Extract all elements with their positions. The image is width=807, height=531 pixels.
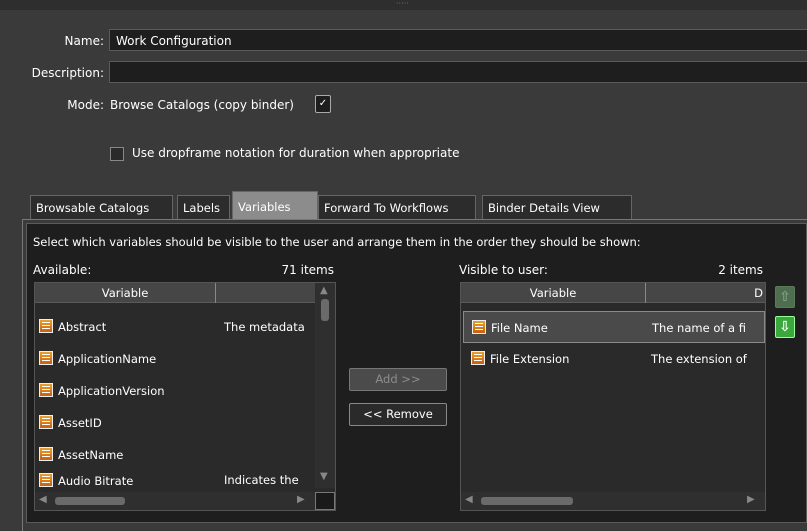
list-item-selected[interactable]: File Name The name of a fi [463, 311, 765, 343]
item-name: ApplicationVersion [58, 384, 165, 398]
scroll-thumb[interactable] [321, 299, 329, 321]
description-field[interactable] [109, 61, 807, 83]
list-item[interactable]: AssetID [39, 407, 315, 439]
description-label: Description: [31, 66, 104, 80]
scroll-corner [315, 492, 335, 510]
variable-icon [39, 473, 53, 487]
horizontal-scrollbar[interactable]: ◀ ▶ [461, 492, 765, 510]
mode-label: Mode: [67, 98, 104, 112]
tab-variables[interactable]: Variables [232, 191, 318, 219]
remove-button[interactable]: << Remove [349, 403, 447, 426]
visible-list-header: Variable D [461, 283, 765, 303]
item-description: The metadata [224, 320, 305, 334]
tab-binder-details-view[interactable]: Binder Details View [482, 195, 632, 219]
tab-labels[interactable]: Labels [177, 195, 230, 219]
scroll-right-icon[interactable]: ▶ [747, 494, 755, 505]
column-header-description[interactable] [216, 283, 315, 303]
available-list-header: Variable [35, 283, 315, 303]
list-item[interactable]: File Extension The extension of [463, 343, 773, 375]
column-header-variable[interactable]: Variable [461, 283, 646, 303]
name-field[interactable]: Work Configuration [109, 29, 807, 51]
item-name: File Extension [490, 352, 570, 366]
item-name: AssetID [58, 416, 102, 430]
column-header-description[interactable]: D [646, 283, 763, 303]
scroll-left-icon[interactable]: ◀ [465, 494, 473, 505]
variable-icon [39, 319, 53, 333]
item-name: File Name [491, 321, 548, 335]
variable-icon [471, 351, 485, 365]
tab-forward-to-workflows[interactable]: Forward To Workflows [318, 195, 476, 219]
mode-select[interactable]: Browse Catalogs (copy binder) [110, 91, 294, 119]
visible-label: Visible to user: [459, 263, 548, 277]
variable-icon [39, 383, 53, 397]
item-name: Audio Bitrate [58, 474, 134, 487]
available-label: Available: [33, 263, 92, 277]
visible-count: 2 items [718, 263, 763, 277]
scroll-up-icon[interactable]: ▲ [320, 285, 328, 296]
available-count: 71 items [281, 263, 334, 277]
list-item[interactable]: AssetName [39, 439, 315, 471]
resize-grip-icon[interactable]: ····· [396, 0, 412, 8]
item-description: The extension of [651, 352, 747, 366]
scroll-right-icon[interactable]: ▶ [297, 494, 305, 505]
variable-icon [39, 415, 53, 429]
item-name: AssetName [58, 448, 124, 462]
scroll-thumb[interactable] [481, 497, 573, 505]
item-name: ApplicationName [58, 352, 157, 366]
horizontal-scrollbar[interactable]: ◀ ▶ [35, 492, 315, 510]
list-item[interactable]: ApplicationVersion [39, 375, 315, 407]
chevron-down-icon[interactable]: ✓ [315, 95, 331, 113]
instructions-text: Select which variables should be visible… [33, 235, 641, 249]
dropframe-label: Use dropframe notation for duration when… [132, 146, 460, 160]
item-description: The name of a fi [652, 321, 746, 335]
available-list[interactable]: Variable Abstract The metadata Applicati… [34, 282, 336, 511]
list-item[interactable]: Audio Bitrate Indicates the [39, 469, 315, 487]
variable-icon [472, 320, 486, 334]
scroll-thumb[interactable] [55, 497, 125, 505]
move-up-icon[interactable]: ⇧ [775, 286, 795, 308]
scroll-left-icon[interactable]: ◀ [39, 494, 47, 505]
move-down-icon[interactable]: ⇩ [775, 316, 795, 338]
dropframe-checkbox[interactable] [110, 147, 124, 161]
visible-list[interactable]: Variable D File Name The name of a fi Fi… [460, 282, 766, 511]
vertical-scrollbar[interactable]: ▲ ▼ [315, 283, 335, 488]
add-button[interactable]: Add >> [349, 368, 447, 391]
item-name: Abstract [58, 320, 107, 334]
scroll-down-icon[interactable]: ▼ [320, 471, 328, 482]
column-header-variable[interactable]: Variable [35, 283, 216, 303]
list-item[interactable]: ApplicationName [39, 343, 315, 375]
list-item[interactable]: Abstract The metadata [39, 311, 315, 343]
name-label: Name: [64, 34, 104, 48]
item-description: Indicates the [224, 473, 299, 487]
tab-browsable-catalogs[interactable]: Browsable Catalogs [30, 195, 173, 219]
variable-icon [39, 447, 53, 461]
variable-icon [39, 351, 53, 365]
